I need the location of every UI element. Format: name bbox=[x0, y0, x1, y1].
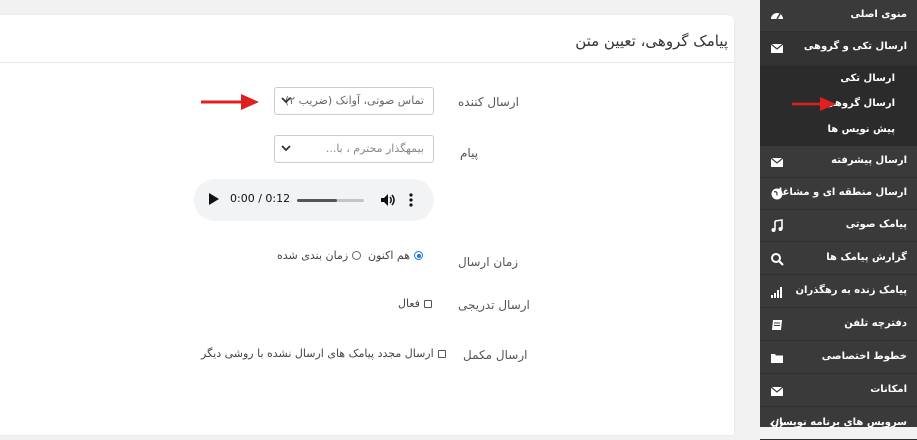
envelope-icon bbox=[770, 43, 784, 53]
red-arrow-sender-icon bbox=[201, 94, 259, 110]
sender-label: ارسال کننده bbox=[458, 95, 519, 109]
radio-scheduled-button[interactable] bbox=[352, 251, 362, 260]
title-divider bbox=[0, 62, 734, 63]
message-select-placeholder: بیمهگذار محترم ، با... bbox=[325, 142, 424, 155]
red-arrow-submenu-icon bbox=[792, 97, 836, 111]
complementary-label: ارسال مکمل bbox=[463, 348, 528, 362]
envelope-icon bbox=[770, 386, 784, 396]
complementary-checkbox[interactable]: ارسال مجدد پیامک های ارسال نشده با روشی … bbox=[201, 347, 446, 360]
sidebar-item-developers[interactable]: سرویس های برنامه نویسان bbox=[760, 408, 917, 440]
sidebar-item-label: ارسال منطقه ای و مشاغل bbox=[773, 187, 907, 198]
sidebar-item-advanced[interactable]: ارسال پیشرفته bbox=[760, 146, 917, 178]
sidebar-item-regional[interactable]: ارسال منطقه ای و مشاغل bbox=[760, 178, 917, 210]
sidebar-item-dedicated-lines[interactable]: خطوط اختصاصی bbox=[760, 342, 917, 374]
radio-scheduled-label: زمان بندی شده bbox=[277, 249, 349, 262]
complementary-checkbox-box[interactable] bbox=[437, 349, 446, 358]
radio-now-label: هم اکنون bbox=[368, 249, 410, 262]
sidebar-item-label: سرویس های برنامه نویسان bbox=[770, 417, 907, 428]
sidebar-item-label: ارسال پیشرفته bbox=[831, 155, 907, 166]
chevron-down-icon bbox=[281, 145, 291, 152]
sidebar-item-label: امکانات bbox=[870, 384, 907, 395]
search-icon bbox=[771, 253, 784, 266]
sender-select-value: تماس صوتی، آوانک (ضریب ۲) bbox=[284, 94, 424, 107]
folder-icon bbox=[771, 354, 783, 363]
gradual-checkbox[interactable]: فعال bbox=[398, 297, 432, 310]
audio-time: 0:00 / 0:12 bbox=[230, 192, 291, 205]
play-icon[interactable] bbox=[209, 193, 219, 205]
radio-now-button[interactable] bbox=[414, 251, 423, 260]
sidebar-item-phonebook[interactable]: دفترچه تلفن bbox=[760, 309, 917, 341]
sidebar: منوی اصلی ارسال تکی و گروهی ارسال تکی ار… bbox=[760, 0, 917, 440]
sidebar-item-voice[interactable]: پیامک صوتی bbox=[760, 210, 917, 242]
gradual-checkbox-box[interactable] bbox=[423, 299, 432, 308]
signal-icon bbox=[771, 287, 782, 298]
submenu-item-drafts[interactable]: پیش نویس ها bbox=[827, 124, 895, 135]
audio-player[interactable]: 0:00 / 0:12 bbox=[194, 179, 434, 221]
sidebar-item-label: پیامک صوتی bbox=[845, 219, 907, 230]
music-icon bbox=[771, 219, 783, 232]
page-title: پیامک گروهی، تعیین متن bbox=[575, 32, 728, 50]
sidebar-item-single-group[interactable]: ارسال تکی و گروهی bbox=[760, 32, 917, 66]
book-icon bbox=[772, 320, 782, 330]
gradual-label: ارسال تدریجی bbox=[458, 298, 530, 312]
sidebar-submenu: ارسال تکی ارسال گروهی پیش نویس ها bbox=[760, 66, 917, 146]
gradual-checkbox-label: فعال bbox=[398, 297, 420, 310]
sidebar-item-label: خطوط اختصاصی bbox=[821, 351, 907, 362]
main-card: پیامک گروهی، تعیین متن bbox=[0, 15, 734, 435]
message-select[interactable]: بیمهگذار محترم ، با... bbox=[274, 135, 434, 163]
sidebar-item-main-menu[interactable]: منوی اصلی bbox=[760, 0, 917, 32]
audio-seek-fill bbox=[297, 199, 338, 202]
sidebar-item-label: گزارش پیامک ها bbox=[826, 252, 907, 263]
send-time-label: زمان ارسال bbox=[458, 255, 519, 269]
sidebar-item-label: منوی اصلی bbox=[850, 9, 907, 20]
sender-select[interactable]: تماس صوتی، آوانک (ضریب ۲) bbox=[274, 87, 434, 115]
sidebar-item-live[interactable]: پیامک زنده به رهگذران bbox=[760, 276, 917, 308]
radio-scheduled[interactable]: زمان بندی شده bbox=[277, 249, 362, 262]
chevron-down-icon bbox=[281, 97, 291, 104]
volume-icon[interactable] bbox=[380, 192, 396, 208]
submenu-item-single[interactable]: ارسال تکی bbox=[840, 73, 895, 84]
sidebar-item-reports[interactable]: گزارش پیامک ها bbox=[760, 243, 917, 275]
dashboard-icon bbox=[771, 13, 783, 20]
sidebar-item-label: ارسال تکی و گروهی bbox=[803, 41, 907, 52]
sidebar-item-label: دفترچه تلفن bbox=[844, 318, 907, 329]
audio-seek-bar[interactable] bbox=[297, 199, 364, 202]
sidebar-item-features[interactable]: امکانات bbox=[760, 375, 917, 407]
more-options-icon[interactable] bbox=[408, 192, 414, 208]
message-label: پیام bbox=[460, 146, 479, 160]
envelope-icon bbox=[770, 157, 784, 167]
sidebar-item-label: پیامک زنده به رهگذران bbox=[795, 285, 907, 296]
complementary-checkbox-label: ارسال مجدد پیامک های ارسال نشده با روشی … bbox=[201, 347, 434, 360]
radio-now[interactable]: هم اکنون bbox=[368, 249, 423, 262]
